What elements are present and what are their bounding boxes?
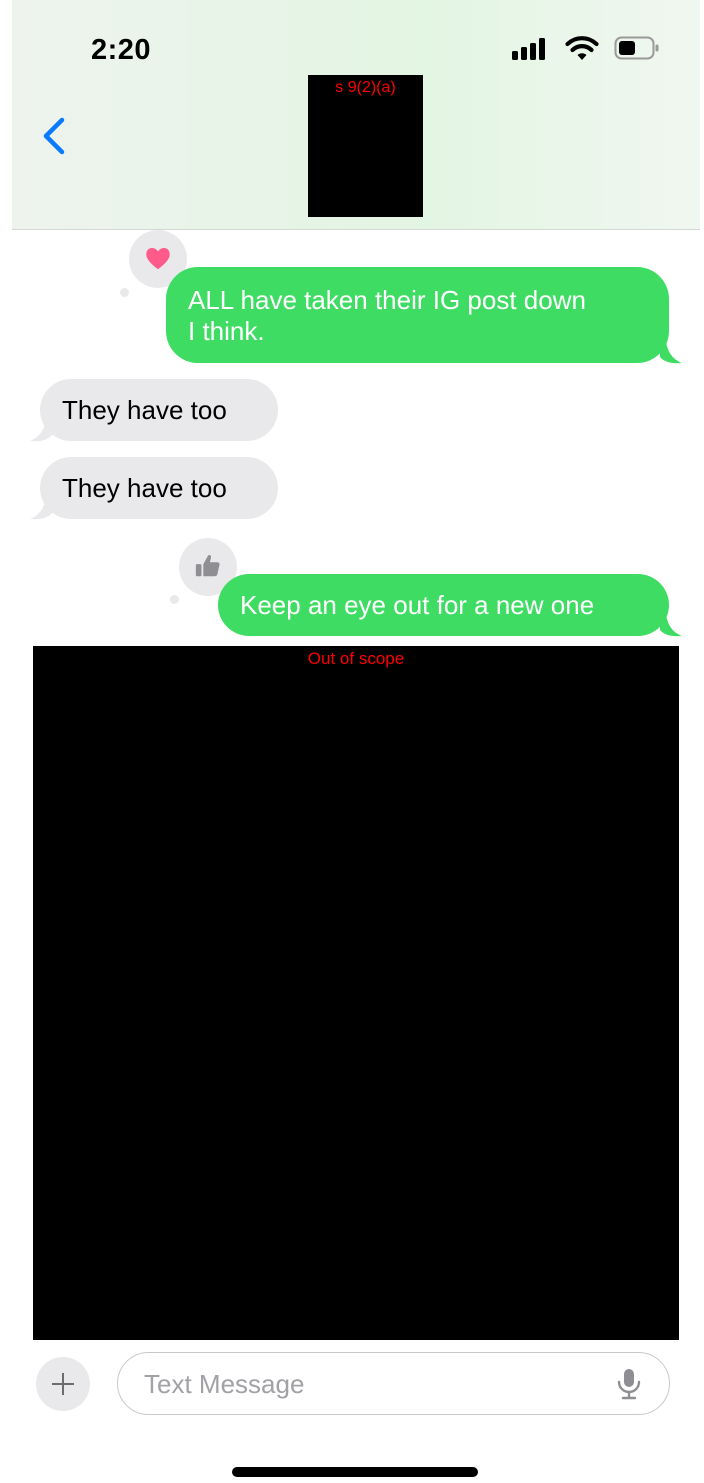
- sent-message-bubble[interactable]: Keep an eye out for a new one: [218, 574, 669, 636]
- message-input-container: [117, 1352, 670, 1415]
- message-text-line: ALL have taken their IG post down: [188, 285, 586, 315]
- message-text: They have too: [62, 473, 227, 503]
- battery-icon: [614, 36, 659, 60]
- received-message-bubble[interactable]: They have too: [40, 379, 278, 441]
- reaction-tail-dot: [170, 595, 179, 604]
- home-indicator[interactable]: [232, 1467, 478, 1477]
- message-text: Keep an eye out for a new one: [240, 590, 595, 620]
- bubble-tail: [660, 342, 682, 364]
- bubble-tail: [660, 615, 682, 637]
- message-text-line: I think.: [188, 316, 265, 346]
- reaction-tail-dot: [120, 288, 129, 297]
- add-attachment-button[interactable]: [36, 1357, 90, 1411]
- redaction-label: Out of scope: [307, 649, 405, 668]
- status-time: 2:20: [91, 34, 152, 66]
- microphone-icon[interactable]: [614, 1367, 644, 1401]
- back-chevron-icon[interactable]: [36, 112, 76, 160]
- cellular-signal-icon: [512, 38, 546, 60]
- thumbs-up-icon: [195, 554, 220, 577]
- redaction-label: s 9(2)(a): [335, 79, 396, 96]
- message-text: They have too: [62, 395, 227, 425]
- received-message-bubble[interactable]: They have too: [40, 457, 278, 519]
- bubble-tail: [30, 420, 52, 442]
- redacted-contact-block: s 9(2)(a): [308, 75, 423, 217]
- bubble-tail: [30, 498, 52, 520]
- wifi-icon: [565, 36, 599, 60]
- message-text-input[interactable]: [144, 1366, 604, 1402]
- conversation-header: 2:20 s 9(2)(a): [12, 0, 700, 230]
- redacted-out-of-scope-block: Out of scope: [33, 646, 679, 1340]
- sent-message-bubble[interactable]: ALL have taken their IG post down I thin…: [166, 267, 669, 363]
- heart-icon: [146, 248, 170, 270]
